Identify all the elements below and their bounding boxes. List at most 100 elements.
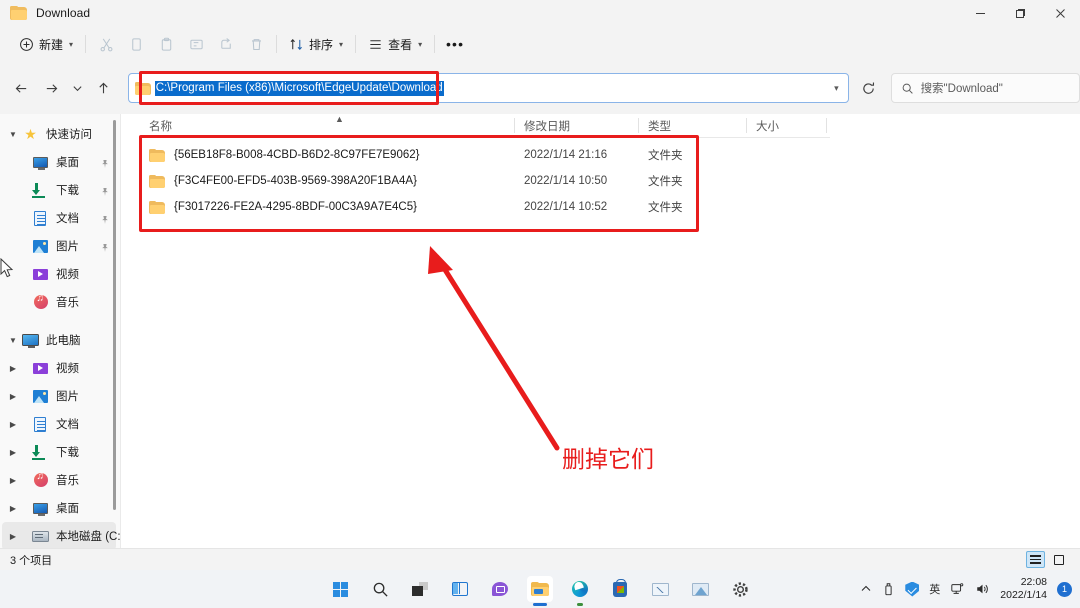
details-view-icon xyxy=(1030,555,1041,564)
sidebar-item-11[interactable]: ▶ 下载 xyxy=(2,438,116,466)
sidebar-item-9[interactable]: ▶ 图片 xyxy=(2,382,116,410)
table-row[interactable]: {56EB18F8-B008-4CBD-B6D2-8C97FE7E9062} 20… xyxy=(140,142,830,168)
sidebar-item-6[interactable]: 音乐 xyxy=(2,288,116,316)
pictures-icon xyxy=(32,238,49,255)
pin-icon[interactable] xyxy=(100,240,110,258)
task-view-button[interactable] xyxy=(407,576,433,602)
sidebar-item-12[interactable]: ▶ 音乐 xyxy=(2,466,116,494)
sidebar-item-3[interactable]: 文档 xyxy=(2,204,116,232)
settings-button[interactable] xyxy=(727,576,753,602)
photos-app-button[interactable] xyxy=(687,576,713,602)
photos-app-icon xyxy=(691,582,709,596)
share-button[interactable] xyxy=(211,30,241,58)
maximize-button[interactable] xyxy=(1000,0,1040,26)
view-button[interactable]: 查看 ▾ xyxy=(361,30,429,58)
chevron-right-icon[interactable]: ▶ xyxy=(4,494,22,522)
chevron-down-icon[interactable]: ▼ xyxy=(4,326,22,354)
widgets-button[interactable] xyxy=(447,576,473,602)
microsoft-store-button[interactable] xyxy=(607,576,633,602)
new-button[interactable]: 新建 ▾ xyxy=(12,30,80,58)
table-row[interactable]: {F3C4FE00-EFD5-403B-9569-398A20F1BA4A} 20… xyxy=(140,168,830,194)
sidebar-item-2[interactable]: 下载 xyxy=(2,176,116,204)
recent-locations-button[interactable] xyxy=(67,73,89,103)
file-name-cell[interactable]: {F3017226-FE2A-4295-8BDF-00C3A9A7E4C5} xyxy=(140,200,515,214)
sidebar-item-10[interactable]: ▶ 文档 xyxy=(2,410,116,438)
delete-button[interactable] xyxy=(241,30,271,58)
rename-button[interactable] xyxy=(181,30,211,58)
search-button[interactable] xyxy=(367,576,393,602)
chevron-down-icon[interactable]: ▼ xyxy=(4,120,22,148)
back-button[interactable] xyxy=(7,73,37,103)
close-button[interactable] xyxy=(1040,0,1080,26)
notification-badge[interactable]: 1 xyxy=(1057,581,1072,597)
network-icon[interactable] xyxy=(950,582,965,596)
sidebar-item-4[interactable]: 图片 xyxy=(2,232,116,260)
folder-icon xyxy=(134,81,151,95)
sidebar-item-1[interactable]: 桌面 xyxy=(2,148,116,176)
sidebar-item-7[interactable]: ▼ 此电脑 xyxy=(2,326,116,354)
chevron-right-icon[interactable]: ▶ xyxy=(4,382,22,410)
ime-indicator[interactable]: 英 xyxy=(929,581,940,597)
chevron-right-icon[interactable]: ▶ xyxy=(4,354,22,382)
sidebar-item-0[interactable]: ▼ ★ 快速访问 xyxy=(2,120,116,148)
sidebar-item-label: 音乐 xyxy=(56,297,79,309)
sidebar-item-8[interactable]: ▶ 视频 xyxy=(2,354,116,382)
address-path-text[interactable]: C:\Program Files (x86)\Microsoft\EdgeUpd… xyxy=(154,80,444,96)
chat-button[interactable] xyxy=(487,576,513,602)
sidebar-scrollbar[interactable] xyxy=(113,120,116,510)
more-options-button[interactable]: ••• xyxy=(440,30,470,58)
chevron-right-icon[interactable]: ▶ xyxy=(4,466,22,494)
volume-icon[interactable] xyxy=(975,582,990,596)
address-dropdown-chevron-icon[interactable]: ▾ xyxy=(834,74,839,102)
navigation-pane: ▼★快速访问桌面下载文档图片视频音乐 ▼此电脑▶视频▶图片▶文档▶下载▶音乐▶桌面… xyxy=(0,114,121,548)
column-header-date[interactable]: 修改日期 xyxy=(515,114,639,138)
large-icons-view-button[interactable] xyxy=(1049,551,1068,568)
pin-icon[interactable] xyxy=(100,156,110,174)
column-header-type[interactable]: 类型 xyxy=(639,114,747,138)
arrow-left-icon xyxy=(16,83,27,93)
column-header-size[interactable]: 大小 xyxy=(747,114,827,138)
tray-overflow-button[interactable] xyxy=(860,583,872,595)
forward-button[interactable] xyxy=(37,73,67,103)
search-box[interactable]: 搜索"Download" xyxy=(890,73,1080,103)
start-button[interactable] xyxy=(327,576,353,602)
minimize-button[interactable] xyxy=(960,0,1000,26)
clock[interactable]: 22:08 2022/1/14 xyxy=(1000,576,1047,602)
copy-button[interactable] xyxy=(121,30,151,58)
sidebar-item-label: 快速访问 xyxy=(46,129,92,141)
column-header-name[interactable]: 名称 ▲ xyxy=(140,114,515,138)
paste-button[interactable] xyxy=(151,30,181,58)
usb-icon[interactable] xyxy=(882,582,895,596)
sidebar-item-5[interactable]: 视频 xyxy=(2,260,116,288)
cut-button[interactable] xyxy=(91,30,121,58)
chevron-right-icon[interactable]: ▶ xyxy=(4,522,22,548)
edge-button[interactable] xyxy=(567,576,593,606)
address-bar[interactable]: C:\Program Files (x86)\Microsoft\EdgeUpd… xyxy=(127,73,849,103)
pin-icon[interactable] xyxy=(100,184,110,202)
sort-button[interactable]: 排序 ▾ xyxy=(282,30,350,58)
chevron-right-icon[interactable]: ▶ xyxy=(4,438,22,466)
pin-icon[interactable] xyxy=(100,212,110,230)
chart-app-button[interactable] xyxy=(647,576,673,602)
file-name-cell[interactable]: {56EB18F8-B008-4CBD-B6D2-8C97FE7E9062} xyxy=(140,148,515,162)
table-row[interactable]: {F3017226-FE2A-4295-8BDF-00C3A9A7E4C5} 20… xyxy=(140,194,830,220)
music-icon xyxy=(32,471,49,489)
sidebar-item-13[interactable]: ▶ 桌面 xyxy=(2,494,116,522)
item-count: 3 个项目 xyxy=(10,554,53,567)
up-button[interactable] xyxy=(89,73,119,103)
chevron-down-icon: ▾ xyxy=(339,39,344,49)
refresh-button[interactable] xyxy=(855,74,883,102)
chevron-down-icon: ▾ xyxy=(418,39,423,49)
sidebar-item-14[interactable]: ▶ 本地磁盘 (C:) xyxy=(2,522,121,548)
security-shield-icon[interactable] xyxy=(905,581,920,597)
chevron-right-icon[interactable]: ▶ xyxy=(4,410,22,438)
details-view-button[interactable] xyxy=(1026,551,1045,568)
file-explorer-icon xyxy=(531,582,549,596)
documents-icon xyxy=(32,416,49,433)
chart-app-icon xyxy=(651,582,669,596)
music-icon xyxy=(32,293,49,311)
chevron-down-icon: ▾ xyxy=(69,39,74,49)
file-explorer-button[interactable] xyxy=(527,576,553,606)
file-name-cell[interactable]: {F3C4FE00-EFD5-403B-9569-398A20F1BA4A} xyxy=(140,174,515,188)
